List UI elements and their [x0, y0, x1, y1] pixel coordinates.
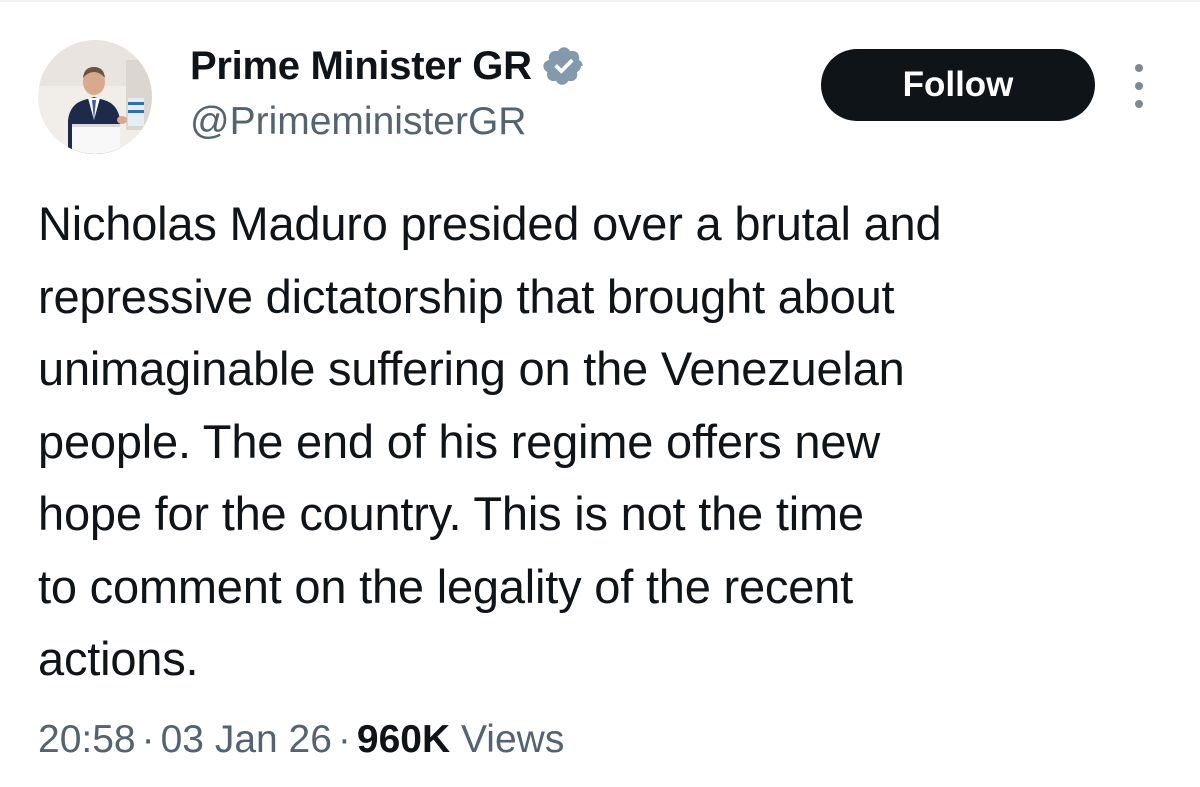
views-count[interactable]: 960K [357, 718, 450, 761]
tweet-date[interactable]: 03 Jan 26 [161, 718, 332, 761]
tweet-card: Prime Minister GR @PrimeministerGR Follo… [0, 0, 1200, 787]
tweet-text: Nicholas Maduro presided over a brutal a… [38, 197, 942, 685]
author-handle[interactable]: @PrimeministerGR [190, 98, 526, 146]
meta-separator: · [141, 718, 155, 761]
top-divider [0, 0, 1200, 2]
views-label: Views [461, 718, 565, 761]
more-dot [1135, 82, 1143, 90]
follow-button[interactable]: Follow [821, 49, 1095, 121]
tweet-time[interactable]: 20:58 [38, 718, 136, 761]
avatar[interactable] [38, 40, 152, 154]
author-name-row: Prime Minister GR [190, 42, 586, 90]
meta-separator: · [337, 718, 351, 761]
author-display-name[interactable]: Prime Minister GR [190, 42, 532, 90]
verified-badge-icon[interactable] [542, 44, 586, 88]
avatar-image [38, 40, 152, 154]
tweet-meta: 20:58 · 03 Jan 26 · 960K Views [38, 712, 564, 768]
more-vertical-icon[interactable] [1127, 64, 1151, 108]
more-dot [1135, 100, 1143, 108]
more-dot [1135, 64, 1143, 72]
